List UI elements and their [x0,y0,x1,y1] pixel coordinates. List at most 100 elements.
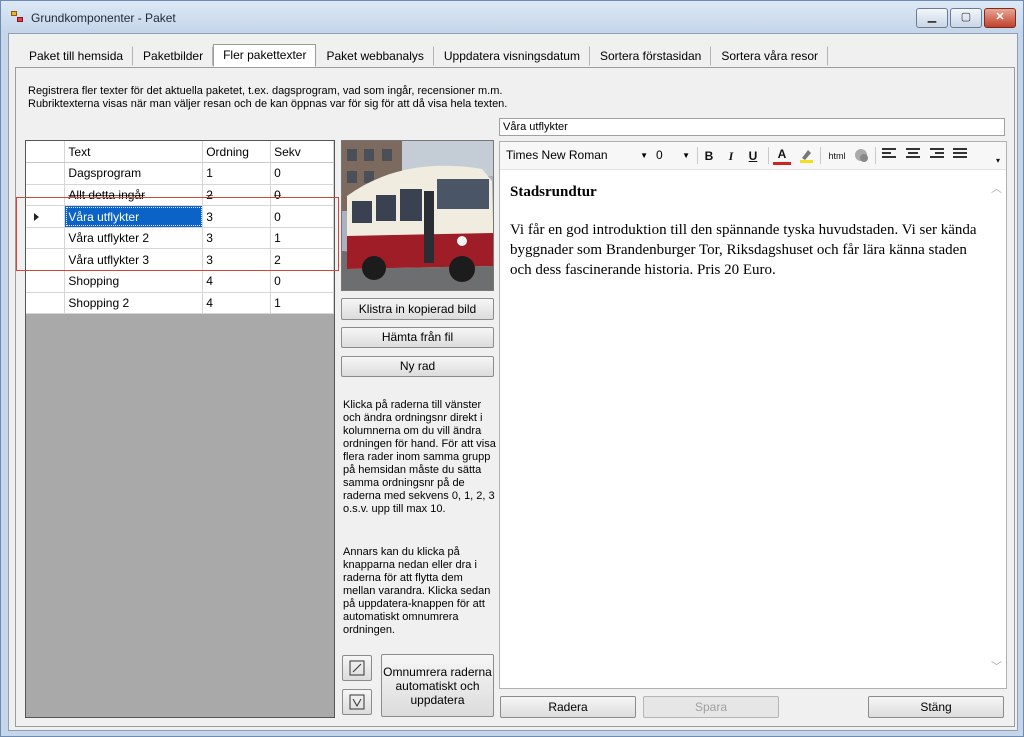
cell-sekv[interactable]: 0 [270,184,334,207]
cell-text[interactable]: Shopping [64,270,204,293]
info-text: Registrera fler texter för det aktuella … [28,85,507,111]
toolbar-separator [820,147,821,164]
table-row-selected[interactable]: Våra utflykter 3 0 [26,205,334,228]
close-window-button[interactable]: ✕ [984,8,1016,28]
align-right-icon[interactable] [928,147,946,165]
paste-image-button[interactable]: Klistra in kopierad bild [341,298,494,320]
tab-paket-webbanalys[interactable]: Paket webbanalys [316,46,434,66]
row-header[interactable] [26,184,66,207]
table-row[interactable]: Shopping 4 0 [26,270,334,293]
cell-text[interactable]: Våra utflykter [64,205,204,228]
cell-sekv[interactable]: 0 [270,270,334,293]
html-editor[interactable]: Times New Roman ▼ 0 ▼ B I U A html ▾ ︿ Sta… [499,141,1007,689]
table-row[interactable]: Allt detta ingår 2 0 [26,184,334,207]
editor-content[interactable]: Stadsrundtur Vi får en god introduktion … [510,182,980,280]
column-header-sekv[interactable]: Sekv [270,141,334,164]
bold-button[interactable]: B [700,147,718,165]
cell-ordning[interactable]: 3 [202,205,272,228]
current-row-arrow-icon [34,212,39,221]
cell-ordning[interactable]: 4 [202,270,272,293]
chevron-down-icon: ▼ [682,151,690,160]
help-text-2: Annars kan du klicka på knapparna nedan … [343,546,491,636]
row-header-corner [26,141,66,164]
cell-sekv[interactable]: 2 [270,248,334,272]
minimize-button[interactable]: ▁ [916,8,948,28]
tab-paketbilder[interactable]: Paketbilder [133,46,214,66]
cell-text[interactable]: Allt detta ingår [64,184,204,207]
highlight-icon[interactable] [797,147,815,165]
cell-ordning[interactable]: 3 [202,248,272,272]
tab-sortera-vara-resor[interactable]: Sortera våra resor [711,46,829,66]
tab-fler-pakettexter[interactable]: Fler pakettexter [213,44,317,67]
cell-sekv[interactable]: 0 [270,162,334,185]
underline-button[interactable]: U [744,147,762,165]
align-center-icon[interactable] [904,147,922,165]
save-button[interactable]: Spara [643,696,779,718]
window-title: Grundkomponenter - Paket [31,11,176,25]
toolbar-separator [768,147,769,164]
cell-ordning[interactable]: 2 [202,184,272,207]
text-title-input[interactable]: Våra utflykter [499,118,1005,136]
cell-ordning[interactable]: 3 [202,227,272,250]
cell-sekv[interactable]: 1 [270,292,334,315]
font-family-select[interactable]: Times New Roman ▼ [502,146,650,166]
html-source-button[interactable]: html [825,147,849,165]
move-up-icon [349,660,365,676]
table-row[interactable]: Våra utflykter 2 3 1 [26,227,334,250]
table-row[interactable]: Dagsprogram 1 0 [26,162,334,185]
column-header-ordning[interactable]: Ordning [202,141,272,164]
link-icon[interactable] [852,147,870,165]
row-header[interactable] [26,270,66,293]
grid-header-row: Text Ordning Sekv [26,141,334,164]
tab-uppdatera-visningsdatum[interactable]: Uppdatera visningsdatum [434,46,590,66]
maximize-button[interactable]: ▢ [950,8,982,28]
move-down-button[interactable] [342,689,372,715]
scroll-up-icon[interactable]: ︿ [991,180,1002,196]
table-row[interactable]: Shopping 2 4 1 [26,292,334,315]
close-button[interactable]: Stäng [868,696,1004,718]
cell-sekv[interactable]: 0 [270,205,334,228]
content-body: Vi får en god introduktion till den spän… [510,222,977,278]
content-heading: Stadsrundtur [510,184,597,200]
cell-text[interactable]: Våra utflykter 3 [64,248,204,272]
info-line-2: Rubriktexterna visas när man väljer resa… [28,98,508,110]
move-up-button[interactable] [342,655,372,681]
load-from-file-button[interactable]: Hämta från fil [341,327,494,348]
table-row[interactable]: Våra utflykter 3 3 2 [26,248,334,272]
tab-sortera-forstasidan[interactable]: Sortera förstasidan [590,46,712,66]
cell-ordning[interactable]: 1 [202,162,272,185]
text-grid[interactable]: Text Ordning Sekv Dagsprogram 1 0 Allt d… [25,140,335,718]
row-header[interactable] [26,205,66,228]
font-size-value: 0 [656,148,663,162]
chevron-down-icon: ▼ [640,151,648,160]
cell-text[interactable]: Dagsprogram [64,162,204,185]
scroll-down-icon[interactable]: ﹀ [991,658,1002,674]
move-down-icon [349,694,365,710]
toolbar-separator [697,147,698,164]
align-left-icon[interactable] [880,147,898,165]
cell-sekv[interactable]: 1 [270,227,334,250]
title-bar: Grundkomponenter - Paket ▁ ▢ ✕ [1,1,1023,33]
row-header[interactable] [26,248,66,272]
editor-toolbar: Times New Roman ▼ 0 ▼ B I U A html ▾ [500,142,1006,170]
tab-strip: Paket till hemsida Paketbilder Fler pake… [19,44,829,67]
row-header[interactable] [26,227,66,250]
cell-text[interactable]: Shopping 2 [64,292,204,315]
new-row-button[interactable]: Ny rad [341,356,494,377]
app-window: Grundkomponenter - Paket ▁ ▢ ✕ Paket til… [0,0,1024,737]
renumber-button[interactable]: Omnumrera raderna automatiskt och uppdat… [381,654,494,717]
row-header[interactable] [26,292,66,315]
font-size-select[interactable]: 0 ▼ [652,146,692,166]
cell-ordning[interactable]: 4 [202,292,272,315]
toolbar-overflow-icon[interactable]: ▾ [989,152,1007,170]
cell-text[interactable]: Våra utflykter 2 [64,227,204,250]
justify-icon[interactable] [951,147,969,165]
column-header-text[interactable]: Text [64,141,204,164]
delete-button[interactable]: Radera [500,696,636,718]
app-icon [11,11,25,23]
italic-button[interactable]: I [722,147,740,165]
font-color-icon[interactable]: A [773,147,791,165]
tab-paket-till-hemsida[interactable]: Paket till hemsida [19,46,134,66]
package-photo [341,140,494,291]
row-header[interactable] [26,162,66,185]
